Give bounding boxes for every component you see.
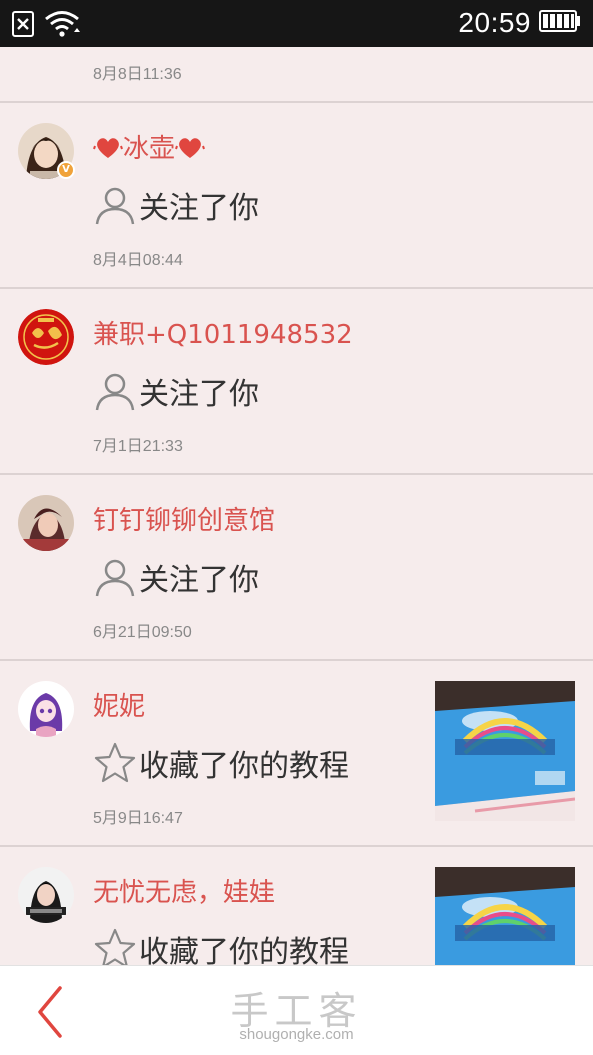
action-line: 收藏了你的教程: [93, 927, 349, 965]
action-text: 关注了你: [139, 563, 259, 598]
star-icon: [94, 742, 136, 783]
person-icon: [95, 187, 135, 225]
bottom-bar: 手工客 shougongke.com: [0, 965, 593, 1055]
tutorial-thumbnail[interactable]: [435, 681, 575, 821]
avatar[interactable]: [18, 309, 74, 365]
avatar[interactable]: [18, 681, 74, 737]
username[interactable]: 钉钉铆铆创意馆: [93, 500, 275, 537]
item-time: 8月8日11:36: [93, 66, 182, 83]
username-text: 妮妮: [93, 692, 146, 722]
action-line: 关注了你: [93, 183, 259, 227]
action-text: 关注了你: [139, 191, 259, 226]
action-text: 收藏了你的教程: [139, 935, 349, 965]
star-icon: [94, 928, 136, 965]
action-line: 收藏了你的教程: [93, 741, 349, 785]
wifi-icon: [44, 10, 80, 42]
list-item[interactable]: 无忧无虑，娃娃 收藏了你的教程: [0, 847, 593, 965]
username-text: 冰壶: [123, 134, 176, 164]
clock: 20:59: [458, 7, 531, 38]
tutorial-thumbnail[interactable]: [435, 867, 575, 965]
avatar[interactable]: [18, 867, 74, 923]
username[interactable]: 冰壶: [93, 128, 205, 165]
item-time: 6月21日09:50: [93, 624, 192, 641]
username[interactable]: 兼职+Q1011948532: [93, 314, 353, 351]
person-icon: [95, 559, 135, 597]
action-line: 关注了你: [93, 369, 259, 413]
person-icon: [95, 373, 135, 411]
list-item: 8月8日11:36: [0, 47, 593, 103]
battery-icon: [539, 10, 581, 36]
action-text: 关注了你: [139, 377, 259, 412]
list-item[interactable]: V 冰壶 关注了你 8月4日08:44: [0, 103, 593, 289]
brand-domain: shougongke.com: [239, 1026, 354, 1043]
username[interactable]: 无忧无虑，娃娃: [93, 872, 275, 909]
avatar[interactable]: [18, 495, 74, 551]
action-text: 收藏了你的教程: [139, 749, 349, 784]
app-root: 20:59 8月8日11:36 V 冰壶 关注了你 8月4日08:44 兼职+Q…: [0, 0, 593, 1055]
notification-feed[interactable]: 8月8日11:36 V 冰壶 关注了你 8月4日08:44 兼职+Q101194…: [0, 47, 593, 965]
list-item[interactable]: 钉钉铆铆创意馆 关注了你 6月21日09:50: [0, 475, 593, 661]
status-bar: 20:59: [0, 0, 593, 47]
action-line: 关注了你: [93, 555, 259, 599]
item-time: 7月1日21:33: [93, 438, 183, 455]
heart-icon: [175, 137, 205, 158]
username-text: 兼职+Q1011948532: [93, 320, 353, 350]
username-text: 无忧无虑，娃娃: [93, 878, 276, 908]
item-time: 5月9日16:47: [93, 810, 183, 827]
heart-icon: [93, 137, 123, 158]
username-text: 钉钉铆铆创意馆: [93, 506, 276, 536]
sim-missing-icon: [12, 11, 34, 41]
item-time: 8月4日08:44: [93, 252, 183, 269]
list-item[interactable]: 妮妮 收藏了你的教程 5月9日16:47: [0, 661, 593, 847]
list-item[interactable]: 兼职+Q1011948532 关注了你 7月1日21:33: [0, 289, 593, 475]
verified-badge-icon: V: [57, 161, 75, 179]
username[interactable]: 妮妮: [93, 686, 145, 723]
